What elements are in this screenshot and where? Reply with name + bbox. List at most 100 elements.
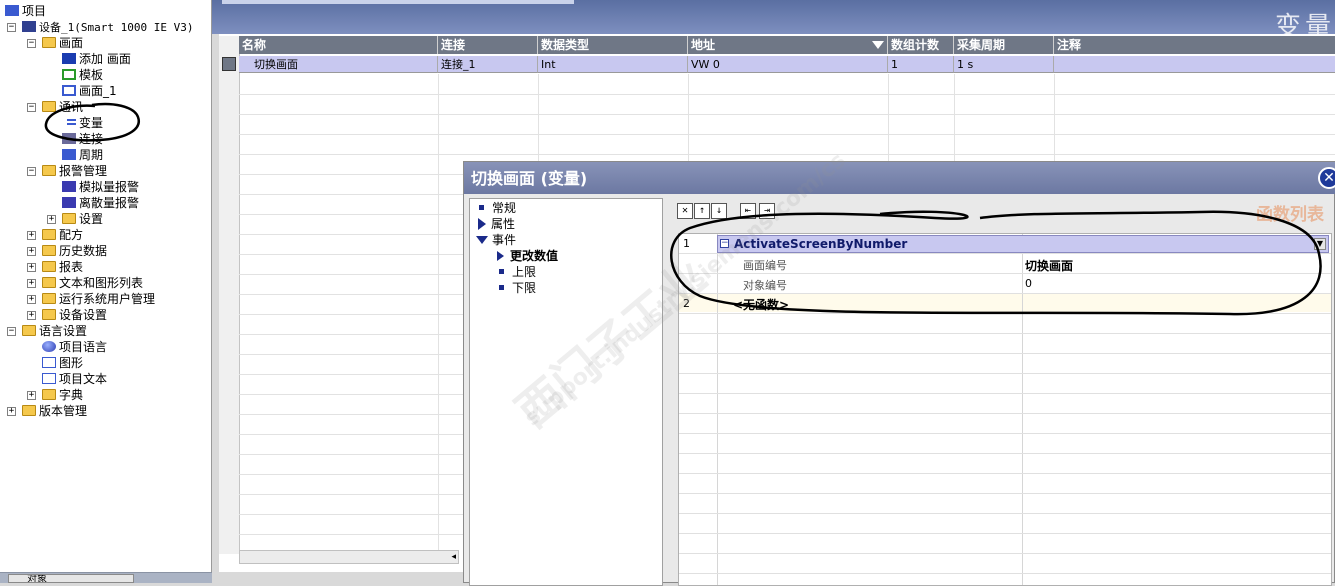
- tree-item-alarm-settings[interactable]: 设置: [62, 211, 103, 227]
- tree-item-cycles[interactable]: 周期: [62, 147, 103, 163]
- grid-line: [679, 573, 1331, 574]
- column-header-name[interactable]: 名称: [239, 36, 438, 54]
- tree-item-text-graphic-lists[interactable]: 文本和图形列表: [42, 275, 143, 291]
- collapse-icon[interactable]: −: [7, 327, 16, 336]
- nav-item-general[interactable]: 常规: [479, 200, 516, 216]
- grid-line: [239, 134, 1335, 135]
- text-icon: [42, 373, 56, 384]
- tree-item-recipes[interactable]: 配方: [42, 227, 83, 243]
- column-header-data-type[interactable]: 数据类型: [538, 36, 688, 54]
- tree-item-analog-alarms[interactable]: 模拟量报警: [62, 179, 139, 195]
- no-function-entry[interactable]: <无函数>: [733, 296, 789, 313]
- expand-icon[interactable]: +: [27, 295, 36, 304]
- function-index: 2: [683, 297, 690, 310]
- folder-icon: [42, 389, 56, 400]
- objects-tab[interactable]: 对象: [8, 574, 134, 583]
- tree-item-project-languages[interactable]: 项目语言: [42, 339, 107, 355]
- tag-type-cell[interactable]: Int: [538, 56, 688, 73]
- tree-item-screens[interactable]: 画面: [42, 35, 83, 51]
- nav-item-lower-limit[interactable]: 下限: [499, 280, 536, 296]
- tree-item-device[interactable]: 设备_1(Smart 1000 IE V3): [22, 19, 193, 35]
- tree-item-reports[interactable]: 报表: [42, 259, 83, 275]
- tree-item-screen-1[interactable]: 画面_1: [62, 83, 117, 99]
- param-label-object-number: 对象编号: [743, 279, 787, 292]
- expand-icon[interactable]: +: [27, 311, 36, 320]
- folder-icon: [42, 245, 56, 256]
- tree-item-project[interactable]: 项目: [5, 3, 46, 19]
- expand-icon[interactable]: +: [7, 407, 16, 416]
- tag-comment-cell[interactable]: [1054, 56, 1335, 73]
- nav-item-properties[interactable]: 属性: [478, 216, 515, 232]
- tag-address-cell[interactable]: VW 0: [688, 56, 888, 73]
- folder-icon: [42, 293, 56, 304]
- indent-icon[interactable]: ⇥: [759, 203, 775, 219]
- tree-item-connections[interactable]: 连接: [62, 131, 103, 147]
- tree-item-alarm-management[interactable]: 报警管理: [42, 163, 107, 179]
- bullet-icon: [499, 269, 504, 274]
- expand-icon[interactable]: +: [27, 263, 36, 272]
- grid-line: [679, 553, 1331, 554]
- function-select[interactable]: − ActivateScreenByNumber ▼: [717, 235, 1329, 253]
- grid-line: [679, 453, 1331, 454]
- tree-item-historical-data[interactable]: 历史数据: [42, 243, 107, 259]
- tree-item-version-management[interactable]: 版本管理: [22, 403, 87, 419]
- expand-icon[interactable]: +: [27, 231, 36, 240]
- tree-item-language-settings[interactable]: 语言设置: [22, 323, 87, 339]
- collapse-icon[interactable]: −: [7, 23, 16, 32]
- expand-icon[interactable]: +: [27, 391, 36, 400]
- scroll-left-icon[interactable]: ◂: [451, 552, 456, 562]
- grid-line: [679, 313, 1331, 314]
- nav-item-value-change[interactable]: 更改数值: [497, 248, 558, 264]
- column-header-array-count[interactable]: 数组计数: [888, 36, 954, 54]
- row-selector-icon[interactable]: [222, 57, 236, 71]
- param-value-object-number[interactable]: 0: [1025, 277, 1032, 290]
- project-icon: [5, 5, 19, 16]
- nav-item-events[interactable]: 事件: [476, 232, 516, 248]
- outdent-icon[interactable]: ⇤: [740, 203, 756, 219]
- tag-connection-cell[interactable]: 连接_1: [438, 56, 538, 73]
- grid-line: [679, 253, 1331, 254]
- tree-item-add-screen[interactable]: 添加 画面: [62, 51, 131, 67]
- tree-item-template[interactable]: 模板: [62, 67, 103, 83]
- tree-item-graphics[interactable]: 图形: [42, 355, 83, 371]
- expand-icon[interactable]: +: [27, 279, 36, 288]
- move-up-icon[interactable]: ↑: [694, 203, 710, 219]
- param-value-screen-number[interactable]: 切换画面: [1025, 257, 1073, 274]
- collapse-icon[interactable]: −: [27, 39, 36, 48]
- collapse-icon[interactable]: −: [27, 167, 36, 176]
- dialog-title[interactable]: 切换画面 (变量): [464, 162, 1335, 194]
- column-header-connection[interactable]: 连接: [438, 36, 538, 54]
- nav-item-upper-limit[interactable]: 上限: [499, 264, 536, 280]
- collapse-icon[interactable]: −: [720, 239, 729, 248]
- expand-icon[interactable]: +: [27, 247, 36, 256]
- tag-array-count-cell[interactable]: 1: [888, 56, 954, 73]
- expand-icon[interactable]: +: [47, 215, 56, 224]
- function-name: ActivateScreenByNumber: [734, 237, 908, 251]
- chevron-down-icon[interactable]: ▼: [1314, 238, 1326, 250]
- editor-tab[interactable]: [358, 0, 574, 4]
- horizontal-scrollbar[interactable]: ◂: [239, 550, 459, 564]
- grid-line: [679, 533, 1331, 534]
- tree-item-dictionaries[interactable]: 字典: [42, 387, 83, 403]
- tree-item-communication[interactable]: 通讯: [42, 99, 83, 115]
- tags-icon: [62, 117, 76, 128]
- tree-item-device-settings[interactable]: 设备设置: [42, 307, 107, 323]
- column-header-acquisition-cycle[interactable]: 采集周期: [954, 36, 1054, 54]
- folder-icon: [42, 261, 56, 272]
- collapse-icon[interactable]: −: [27, 103, 36, 112]
- editor-tab[interactable]: [222, 0, 362, 4]
- tree-item-tags[interactable]: 变量: [62, 115, 103, 131]
- column-header-comment[interactable]: 注释: [1054, 36, 1335, 54]
- delete-icon[interactable]: ✕: [677, 203, 693, 219]
- tag-cycle-cell[interactable]: 1 s: [954, 56, 1054, 73]
- column-header-address[interactable]: 地址: [688, 36, 888, 54]
- dialog-nav-tree: 常规 属性 事件 更改数值 上限 下限: [469, 198, 663, 586]
- grid-line: [679, 473, 1331, 474]
- tree-item-runtime-user-admin[interactable]: 运行系统用户管理: [42, 291, 155, 307]
- param-label-screen-number: 画面编号: [743, 259, 787, 272]
- move-down-icon[interactable]: ↓: [711, 203, 727, 219]
- tag-name-cell[interactable]: 切换画面: [239, 56, 438, 73]
- tree-item-project-texts[interactable]: 项目文本: [42, 371, 107, 387]
- close-icon[interactable]: ✕: [1318, 167, 1335, 189]
- tree-item-discrete-alarms[interactable]: 离散量报警: [62, 195, 139, 211]
